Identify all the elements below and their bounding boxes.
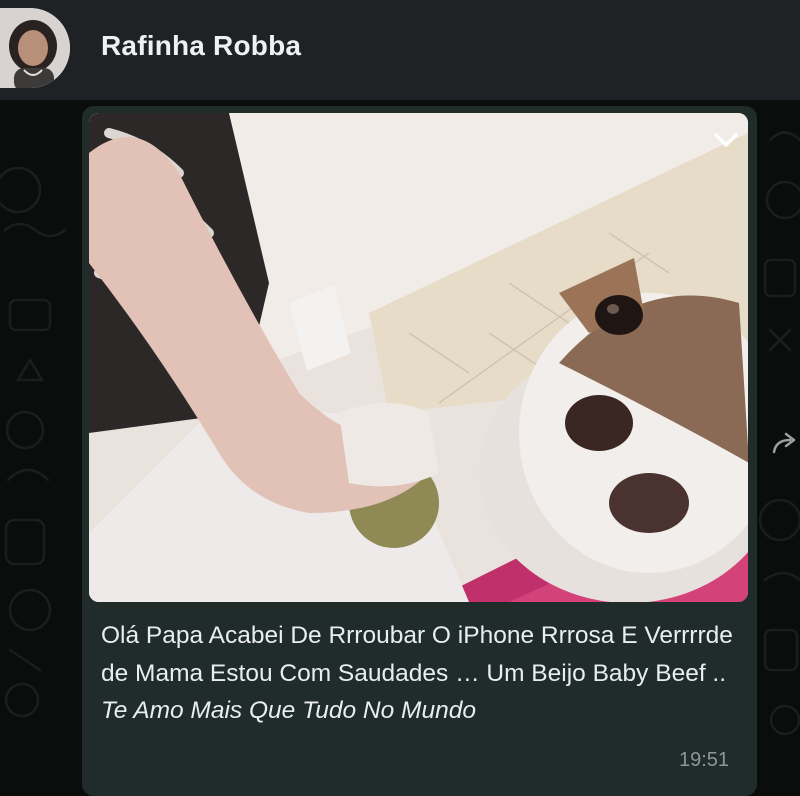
chevron-down-icon[interactable] (712, 128, 740, 152)
chat-header: Rafinha Robba (0, 0, 800, 100)
message-caption: Olá Papa Acabei De Rrroubar O iPhone Rrr… (101, 617, 741, 730)
message-time: 19:51 (679, 749, 730, 771)
contact-avatar[interactable] (0, 8, 70, 88)
forward-icon[interactable] (770, 428, 800, 458)
contact-name[interactable]: Rafinha Robba (101, 30, 301, 62)
avatar-icon (0, 8, 70, 88)
caption-text: Olá Papa Acabei De Rrroubar O iPhone Rrr… (101, 622, 733, 687)
message-image[interactable] (89, 113, 748, 602)
caption-italic-text: Te Amo Mais Que Tudo No Mundo (101, 697, 476, 724)
dog-photo-image (89, 113, 748, 602)
